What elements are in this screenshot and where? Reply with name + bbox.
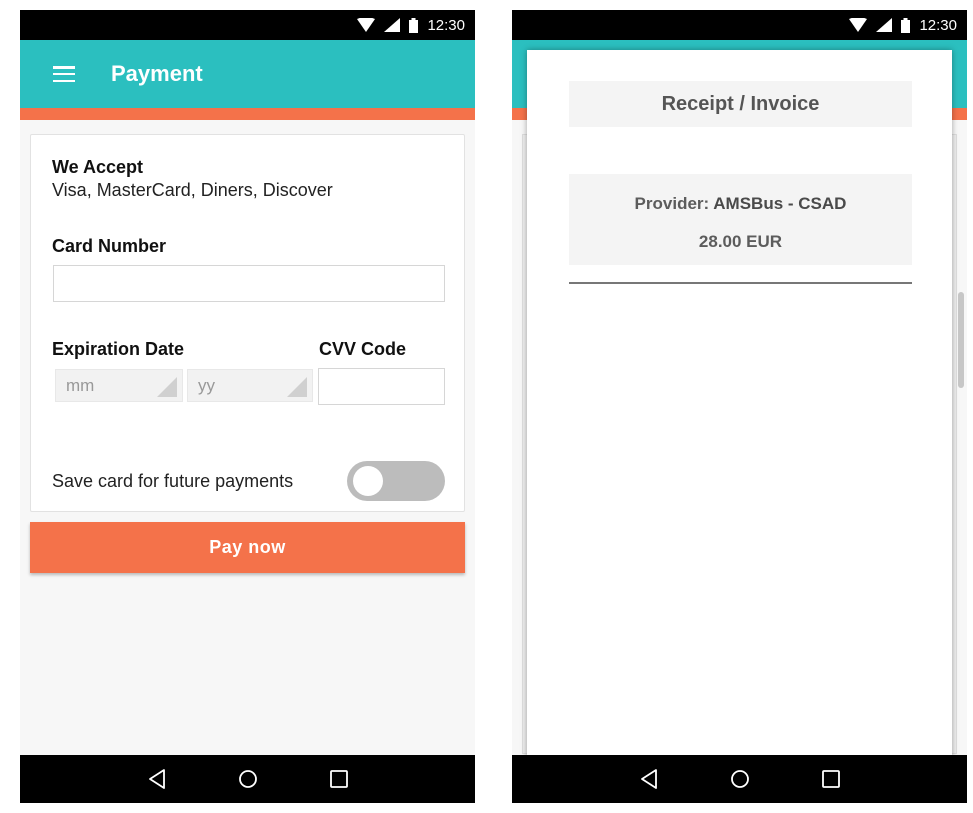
month-placeholder: mm	[66, 375, 95, 395]
card-number-label: Card Number	[52, 236, 167, 256]
battery-icon	[901, 17, 911, 33]
battery-icon	[409, 17, 419, 33]
expiration-month-select[interactable]: mm	[55, 369, 183, 402]
amount-value: 28.00 EUR	[698, 232, 783, 251]
dropdown-arrow-icon	[287, 377, 307, 397]
provider-name: AMSBus - CSAD	[713, 194, 847, 213]
wifi-icon	[357, 18, 376, 32]
pay-now-button[interactable]: Pay now	[30, 522, 465, 573]
we-accept-label: We Accept	[52, 157, 144, 177]
signal-icon	[384, 18, 401, 32]
back-icon[interactable]	[148, 769, 166, 789]
signal-icon	[876, 18, 893, 32]
save-card-toggle[interactable]	[347, 461, 445, 501]
wifi-icon	[849, 18, 868, 32]
app-bar: Payment	[20, 40, 475, 108]
recents-icon[interactable]	[329, 770, 348, 788]
status-time: 12:30	[427, 16, 465, 34]
receipt-divider	[569, 282, 912, 284]
payment-form-card: We Accept Visa, MasterCard, Diners, Disc…	[30, 134, 465, 512]
provider-label: Provider:	[634, 194, 710, 213]
back-icon[interactable]	[640, 769, 658, 789]
save-card-label: Save card for future payments	[52, 471, 294, 491]
recents-icon[interactable]	[821, 770, 840, 788]
card-number-input[interactable]	[53, 265, 445, 302]
navigation-bar	[20, 755, 475, 803]
expiration-year-select[interactable]: yy	[187, 369, 313, 402]
navigation-bar	[512, 755, 967, 803]
home-icon[interactable]	[730, 769, 750, 789]
status-bar: 12:30	[20, 10, 475, 40]
receipt-screen: 12:30 Receipt / Invoice Provider: AMSBus…	[512, 10, 967, 803]
dropdown-arrow-icon	[157, 377, 177, 397]
status-time: 12:30	[919, 16, 957, 34]
scrollbar[interactable]	[958, 292, 964, 388]
cvv-code-label: CVV Code	[319, 339, 407, 359]
menu-icon[interactable]	[53, 66, 75, 82]
provider-line: Provider: AMSBus - CSAD	[569, 194, 912, 214]
page-title: Payment	[111, 61, 203, 86]
receipt-dialog: Receipt / Invoice Provider: AMSBus - CSA…	[527, 50, 952, 768]
accent-strip	[20, 108, 475, 120]
receipt-details: Provider: AMSBus - CSAD 28.00 EUR	[569, 174, 912, 265]
year-placeholder: yy	[198, 375, 215, 395]
home-icon[interactable]	[238, 769, 258, 789]
status-bar: 12:30	[512, 10, 967, 40]
expiration-date-label: Expiration Date	[52, 339, 185, 359]
receipt-title: Receipt / Invoice	[569, 81, 912, 127]
cvv-input[interactable]	[318, 368, 445, 405]
accepted-cards-text: Visa, MasterCard, Diners, Discover	[52, 180, 333, 200]
payment-screen: 12:30 Payment We Accept Visa, MasterCard…	[20, 10, 475, 803]
toggle-knob	[353, 466, 383, 496]
